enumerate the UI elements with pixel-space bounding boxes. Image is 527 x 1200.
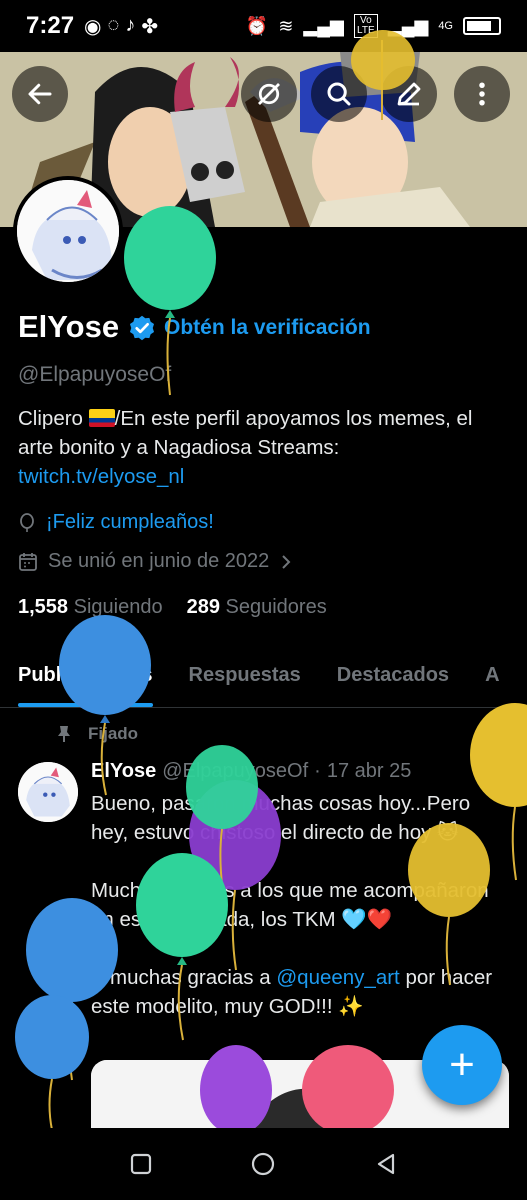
search-icon bbox=[327, 82, 351, 106]
joined-text: Se unió en junio de 2022 bbox=[48, 550, 270, 572]
chevron-right-icon bbox=[282, 554, 291, 569]
pinned-indicator: Fijado bbox=[56, 724, 138, 744]
colombia-flag-icon bbox=[88, 409, 115, 427]
network-type: 4G bbox=[438, 20, 453, 32]
joined-row[interactable]: Se unió en junio de 2022 bbox=[18, 550, 293, 573]
more-vertical-icon bbox=[479, 82, 485, 106]
profile-tabs: Publicaciones Respuestas Destacados A bbox=[0, 650, 527, 708]
tab-respuestas[interactable]: Respuestas bbox=[171, 650, 319, 707]
recents-icon[interactable] bbox=[129, 1152, 153, 1176]
tab-publicaciones[interactable]: Publicaciones bbox=[0, 650, 171, 707]
post-date[interactable]: 17 abr 25 bbox=[327, 760, 412, 783]
post-text-3-pre: Y muchas gracias a bbox=[91, 966, 277, 989]
follow-stats: 1,558 Siguiendo 289 Seguidores bbox=[18, 596, 327, 619]
post-paragraph-3: Y muchas gracias a @queeny_art por hacer… bbox=[91, 963, 511, 1021]
balloon-blue-3 bbox=[15, 995, 89, 1131]
profile-bio: Clipero /En este perfil apoyamos los mem… bbox=[18, 404, 508, 491]
following-count: 1,558 bbox=[18, 596, 69, 618]
battery-icon bbox=[463, 17, 501, 35]
arrow-left-icon bbox=[28, 83, 52, 105]
search-button[interactable] bbox=[311, 66, 367, 122]
get-verified-link[interactable]: Obtén la verificación bbox=[164, 316, 371, 340]
wifi-icon: ≋ bbox=[278, 15, 294, 36]
followers-link[interactable]: 289 Seguidores bbox=[187, 596, 327, 619]
post-avatar[interactable] bbox=[18, 762, 78, 822]
alarm-icon: ⏰ bbox=[245, 15, 269, 36]
message-icon: ◌ bbox=[107, 13, 120, 36]
signal-icon: ▂▄▆ bbox=[303, 15, 344, 36]
notification-icons: ◉ ◌ ♪ ✤ bbox=[84, 14, 158, 39]
tab-destacados[interactable]: Destacados bbox=[319, 650, 467, 707]
profile-name: ElYose bbox=[18, 309, 120, 344]
balloon-icon bbox=[20, 512, 34, 532]
signal-4g-icon: ▂▄▆ bbox=[387, 15, 429, 36]
post-paragraph-2: Muchas gracias a los que me acompañaron … bbox=[91, 879, 489, 931]
tiktok-icon: ♪ bbox=[125, 13, 136, 36]
birthday-text[interactable]: ¡Feliz cumpleaños! bbox=[46, 511, 214, 534]
system-navigation-bar bbox=[0, 1128, 527, 1200]
post-handle[interactable]: @ElpapuyoseOf bbox=[162, 760, 308, 783]
mention-link[interactable]: @queeny_art bbox=[276, 966, 399, 989]
status-time: 7:27 bbox=[26, 12, 75, 39]
birthday-row: ¡Feliz cumpleaños! bbox=[18, 511, 214, 534]
following-link[interactable]: 1,558 Siguiendo bbox=[18, 596, 163, 619]
back-nav-icon[interactable] bbox=[374, 1152, 398, 1176]
verified-badge-icon[interactable] bbox=[128, 314, 156, 342]
post-header: ElYose @ElpapuyoseOf · 17 abr 25 bbox=[91, 760, 411, 783]
followers-label: Seguidores bbox=[225, 596, 327, 618]
edit-icon bbox=[397, 82, 421, 106]
post-author[interactable]: ElYose bbox=[91, 760, 156, 783]
bio-twitch-link[interactable]: twitch.tv/elyose_nl bbox=[18, 465, 184, 488]
bio-text-1: Clipero bbox=[18, 407, 89, 430]
whatsapp-icon: ◉ bbox=[84, 15, 102, 38]
more-button[interactable] bbox=[454, 66, 510, 122]
avatar-artwork bbox=[17, 180, 119, 282]
antenna-button[interactable] bbox=[241, 66, 297, 122]
antenna-off-icon bbox=[258, 83, 280, 105]
tab-overflow[interactable]: A bbox=[467, 650, 517, 707]
compose-post-button[interactable]: + bbox=[422, 1025, 502, 1105]
post-paragraph-1: Bueno, pasaron muchas cosas hoy...Pero h… bbox=[91, 792, 471, 844]
followers-count: 289 bbox=[186, 596, 220, 618]
home-icon[interactable] bbox=[250, 1151, 276, 1177]
back-button[interactable] bbox=[12, 66, 68, 122]
status-bar: 7:27 ◉ ◌ ♪ ✤ ⏰ ≋ ▂▄▆ Vo LTE ▂▄▆ 4G bbox=[0, 0, 527, 52]
pinwheel-icon: ✤ bbox=[141, 15, 159, 38]
following-label: Siguiendo bbox=[73, 596, 163, 618]
pinned-label: Fijado bbox=[88, 724, 139, 743]
volte-icon: Vo LTE bbox=[353, 14, 378, 38]
post-separator: · bbox=[314, 760, 321, 782]
post-avatar-artwork bbox=[18, 762, 78, 822]
post-body[interactable]: Bueno, pasaron muchas cosas hoy...Pero h… bbox=[91, 789, 511, 1050]
calendar-icon bbox=[19, 552, 37, 571]
profile-avatar[interactable] bbox=[13, 176, 123, 286]
edit-button[interactable] bbox=[381, 66, 437, 122]
profile-handle: @ElpapuyoseOf bbox=[18, 363, 172, 386]
pin-icon bbox=[58, 726, 70, 742]
system-icons: ⏰ ≋ ▂▄▆ Vo LTE ▂▄▆ 4G bbox=[246, 14, 501, 38]
plus-icon: + bbox=[449, 1040, 475, 1089]
